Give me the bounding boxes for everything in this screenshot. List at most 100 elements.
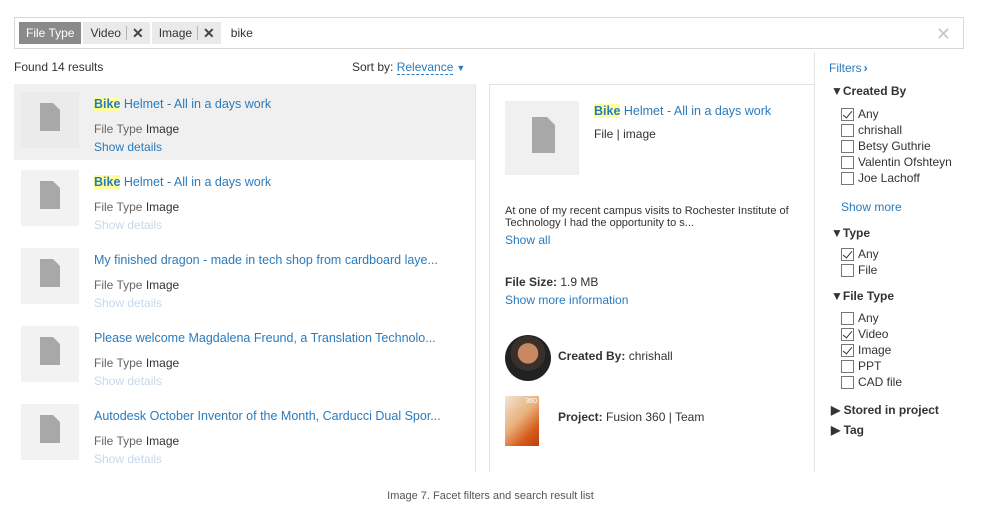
checkbox[interactable] <box>841 375 854 389</box>
checkbox[interactable] <box>841 263 854 277</box>
filter-option-label: chrishall <box>858 123 903 137</box>
file-size-value: 1.9 MB <box>560 275 599 289</box>
filter-option-label: Betsy Guthrie <box>858 139 931 153</box>
result-thumbnail <box>21 92 79 148</box>
checkbox-checked[interactable] <box>841 247 854 261</box>
filter-option[interactable]: Valentin Ofshteyn <box>841 154 952 170</box>
filter-group-file-type[interactable]: ▼File Type <box>831 289 894 303</box>
filter-group-stored-in-project[interactable]: ▶ Stored in project <box>831 403 939 417</box>
search-bar[interactable]: File Type Video ✕ Image ✕ bike ✕ <box>14 17 964 49</box>
show-more-link[interactable]: Show more <box>841 200 902 214</box>
result-title[interactable]: Please welcome Magdalena Freund, a Trans… <box>94 331 436 345</box>
filter-option-label: Video <box>858 327 889 341</box>
figure-caption: Image 7. Facet filters and search result… <box>387 490 594 502</box>
filter-option-label: Any <box>858 107 879 121</box>
result-file-type: File Type Image <box>94 200 179 214</box>
caret-down-icon[interactable]: ▼ <box>456 63 465 73</box>
checkbox[interactable] <box>841 171 854 185</box>
show-more-information-link[interactable]: Show more information <box>505 293 628 307</box>
project-label: Project: <box>558 410 603 424</box>
filter-option[interactable]: Any <box>841 246 879 262</box>
show-details-link[interactable]: Show details <box>94 296 162 310</box>
filter-group-type[interactable]: ▼Type <box>831 226 870 240</box>
filters-panel: Filters › ▼Created By Any chrishall Betsy… <box>814 52 981 472</box>
filter-option-label: Valentin Ofshteyn <box>858 155 952 169</box>
checkbox-checked[interactable] <box>841 107 854 121</box>
remove-chip-icon[interactable]: ✕ <box>203 22 221 44</box>
filter-chip-image: Image ✕ <box>151 22 221 44</box>
result-title-text: Helmet - All in a days work <box>120 175 272 189</box>
file-type-value: Image <box>145 434 180 448</box>
detail-title-text: Helmet - All in a days work <box>620 104 772 118</box>
filter-option[interactable]: CAD file <box>841 374 902 390</box>
filter-option-label: PPT <box>858 359 882 373</box>
show-details-link[interactable]: Show details <box>94 374 162 388</box>
detail-title[interactable]: Bike Helmet - All in a days work <box>594 104 771 118</box>
chevron-right-icon: › <box>863 61 868 75</box>
result-title[interactable]: Bike Helmet - All in a days work <box>94 97 271 111</box>
filter-option-label: CAD file <box>858 375 903 389</box>
filter-group-created-by[interactable]: ▼Created By <box>831 84 906 98</box>
file-type-value: Image <box>145 356 180 370</box>
filter-option[interactable]: chrishall <box>841 122 902 138</box>
filter-option[interactable]: Video <box>841 326 888 342</box>
result-thumbnail <box>21 170 79 226</box>
show-details-link[interactable]: Show details <box>94 452 162 466</box>
filter-option-label: Any <box>858 311 879 325</box>
project-value: Fusion 360 | Team <box>606 410 705 424</box>
sort-control[interactable]: Sort by: Relevance ▼ <box>352 60 465 75</box>
remove-chip-icon[interactable]: ✕ <box>132 22 150 44</box>
document-icon <box>40 103 60 131</box>
result-item[interactable]: Bike Helmet - All in a days work File Ty… <box>14 84 475 160</box>
filter-option[interactable]: PPT <box>841 358 881 374</box>
result-thumbnail <box>21 326 79 382</box>
filter-option-label: File <box>858 263 878 277</box>
result-title-text: Autodesk October Inventor of the Month, … <box>94 409 441 423</box>
document-icon <box>40 181 60 209</box>
result-title[interactable]: Bike Helmet - All in a days work <box>94 175 271 189</box>
show-details-link[interactable]: Show details <box>94 218 162 232</box>
filter-option[interactable]: File <box>841 262 877 278</box>
checkbox[interactable] <box>841 359 854 373</box>
result-item[interactable]: My finished dragon - made in tech shop f… <box>14 240 475 316</box>
result-file-type: File Type Image <box>94 356 179 370</box>
clear-search-icon[interactable]: ✕ <box>936 24 951 45</box>
filter-option[interactable]: Joe Lachoff <box>841 170 920 186</box>
sort-label: Sort by: <box>352 60 394 74</box>
filters-toggle[interactable]: Filters › <box>829 61 868 75</box>
file-type-label: File Type <box>94 278 143 292</box>
result-item[interactable]: Please welcome Magdalena Freund, a Trans… <box>14 318 475 394</box>
sort-value-dropdown[interactable]: Relevance <box>396 60 454 75</box>
filter-option[interactable]: Any <box>841 106 879 122</box>
show-details-link[interactable]: Show details <box>94 140 162 154</box>
result-title[interactable]: Autodesk October Inventor of the Month, … <box>94 409 441 423</box>
document-icon <box>40 337 60 365</box>
result-item[interactable]: Bike Helmet - All in a days work File Ty… <box>14 162 475 238</box>
result-title[interactable]: My finished dragon - made in tech shop f… <box>94 253 438 267</box>
checkbox[interactable] <box>841 139 854 153</box>
result-item[interactable]: Autodesk October Inventor of the Month, … <box>14 396 475 472</box>
chip-separator <box>125 26 127 40</box>
checkbox-checked[interactable] <box>841 327 854 341</box>
search-input[interactable]: bike <box>231 26 253 40</box>
created-by: Created By: chrishall <box>558 349 673 363</box>
detail-description: At one of my recent campus visits to Roc… <box>505 205 789 229</box>
results-list: Bike Helmet - All in a days work File Ty… <box>14 84 476 472</box>
file-size-label: File Size: <box>505 275 558 289</box>
filter-option[interactable]: Image <box>841 342 891 358</box>
checkbox[interactable] <box>841 155 854 169</box>
checkbox-checked[interactable] <box>841 343 854 357</box>
show-all-link[interactable]: Show all <box>505 233 550 247</box>
file-type-label: File Type <box>94 122 143 136</box>
result-title-text: Helmet - All in a days work <box>120 97 272 111</box>
document-icon <box>40 415 60 443</box>
checkbox[interactable] <box>841 311 854 325</box>
result-title-text: Please welcome Magdalena Freund, a Trans… <box>94 331 436 345</box>
filter-option[interactable]: Any <box>841 310 879 326</box>
results-count: Found 14 results <box>14 60 104 74</box>
filter-group-tag[interactable]: ▶ Tag <box>831 423 864 437</box>
checkbox[interactable] <box>841 123 854 137</box>
filter-option[interactable]: Betsy Guthrie <box>841 138 931 154</box>
avatar <box>505 335 551 381</box>
detail-panel: Bike Helmet - All in a days work File | … <box>489 84 814 472</box>
